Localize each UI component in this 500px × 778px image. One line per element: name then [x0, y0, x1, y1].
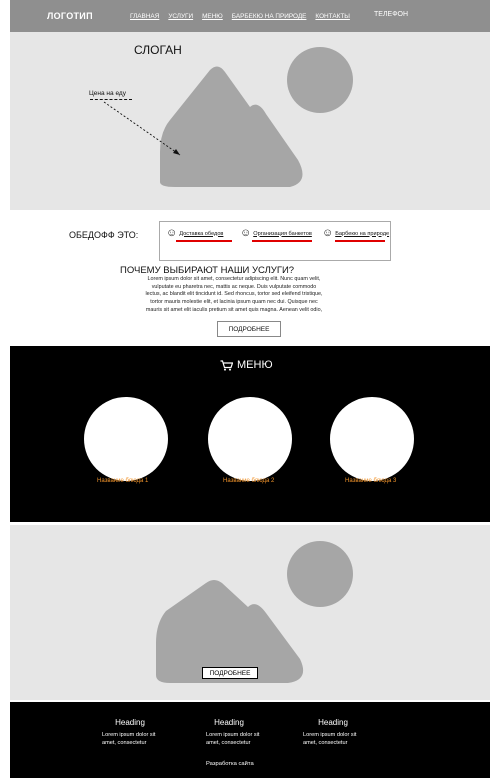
price-label-underline: [90, 99, 132, 100]
smiley-icon: ☺: [166, 227, 178, 239]
more-button[interactable]: ПОДРОБНЕЕ: [217, 321, 281, 337]
nav-link-menu[interactable]: МЕНЮ: [202, 13, 223, 20]
slogan: СЛОГАН: [134, 43, 182, 57]
site-footer: Heading Lorem ipsum dolor sit amet, cons…: [10, 702, 490, 778]
dish-image-3[interactable]: [330, 397, 414, 481]
nav-link-services[interactable]: УСЛУГИ: [168, 13, 193, 20]
about-text: Lorem ipsum dolor sit amet, consectetur …: [128, 276, 340, 315]
about-text-line: vulputate eu pharetra nec, mattis ac neq…: [151, 283, 317, 290]
dish-name-1[interactable]: Название блюда 1: [97, 478, 148, 484]
service-item-banquets[interactable]: ☺ Организация банкетов: [240, 228, 312, 239]
dish-name-3[interactable]: Название блюда 3: [345, 478, 396, 484]
dish-image-2[interactable]: [208, 397, 292, 481]
service-label[interactable]: Доставка обедов: [179, 231, 223, 237]
logo[interactable]: ЛОГОТИП: [47, 11, 93, 21]
promo-section: ПОДРОБНЕЕ: [10, 525, 490, 700]
about-text-line: mauris sit amet elit iaculis pretium sit…: [145, 306, 323, 313]
service-label[interactable]: Барбекю на природе: [335, 231, 389, 237]
mountain-shape: [160, 66, 303, 187]
smiley-icon: ☺: [240, 227, 252, 239]
service-label[interactable]: Организация банкетов: [253, 231, 312, 237]
footer-text: amet, consectetur: [102, 739, 147, 746]
about-text-line: tortor mauris molestie elit, et lacinia …: [150, 299, 318, 306]
nav-link-bbq[interactable]: БАРБЕКЮ НА ПРИРОДЕ: [232, 13, 307, 20]
service-item-bbq[interactable]: ☺ Барбекю на природе: [322, 228, 389, 239]
about-text-line: lectus, ac blandit elit tincidunt id. Se…: [145, 291, 323, 298]
hero-section: СЛОГАН Цена на еду: [10, 32, 490, 210]
main-nav: ГЛАВНАЯ УСЛУГИ МЕНЮ БАРБЕКЮ НА ПРИРОДЕ К…: [130, 13, 350, 20]
footer-column-2: Heading Lorem ipsum dolor sit amet, cons…: [184, 718, 274, 747]
footer-text: amet, consectetur: [303, 739, 348, 746]
service-underline: [176, 240, 232, 242]
promo-more-button[interactable]: ПОДРОБНЕЕ: [202, 667, 258, 679]
footer-column-3: Heading Lorem ipsum dolor sit amet, cons…: [288, 718, 378, 747]
image-placeholder-icon: [103, 47, 353, 187]
site-header: ЛОГОТИП ГЛАВНАЯ УСЛУГИ МЕНЮ БАРБЕКЮ НА П…: [10, 0, 490, 32]
nav-link-home[interactable]: ГЛАВНАЯ: [130, 13, 159, 20]
service-item-delivery[interactable]: ☺ Доставка обедов: [166, 228, 223, 239]
price-label: Цена на еду: [89, 90, 126, 97]
footer-column-1: Heading Lorem ipsum dolor sit amet, cons…: [85, 718, 175, 747]
cart-icon: [220, 359, 233, 371]
service-underline: [335, 240, 385, 242]
nav-link-contacts[interactable]: КОНТАКТЫ: [315, 13, 349, 20]
about-text-line: Lorem ipsum dolor sit amet, consectetur …: [147, 276, 321, 282]
dish-name-2[interactable]: Название блюда 2: [223, 478, 274, 484]
why-title: ПОЧЕМУ ВЫБИРАЮТ НАШИ УСЛУГИ?: [120, 265, 295, 276]
developer-credit[interactable]: Разработка сайта: [206, 761, 254, 767]
menu-section: МЕНЮ Название блюда 1 Название блюда 2 Н…: [10, 346, 490, 522]
phone-number[interactable]: ТЕЛЕФОН: [374, 11, 408, 18]
menu-title-text: МЕНЮ: [237, 359, 273, 371]
service-underline: [252, 240, 312, 242]
services-box: ☺ Доставка обедов ☺ Организация банкетов…: [159, 221, 391, 261]
footer-text: amet, consectetur: [206, 739, 251, 746]
footer-text: Lorem ipsum dolor sit: [303, 732, 357, 738]
menu-title: МЕНЮ: [220, 359, 273, 371]
footer-heading: Heading: [214, 718, 244, 727]
footer-heading: Heading: [115, 718, 145, 727]
footer-text: Lorem ipsum dolor sit: [206, 732, 260, 738]
sun-shape: [287, 47, 353, 113]
about-title: ОБЕДОФФ ЭТО:: [69, 230, 139, 240]
page-frame: ЛОГОТИП ГЛАВНАЯ УСЛУГИ МЕНЮ БАРБЕКЮ НА П…: [10, 0, 490, 778]
footer-heading: Heading: [318, 718, 348, 727]
footer-text: Lorem ipsum dolor sit: [102, 732, 156, 738]
sun-shape: [287, 541, 353, 607]
dish-image-1[interactable]: [84, 397, 168, 481]
smiley-icon: ☺: [322, 227, 334, 239]
